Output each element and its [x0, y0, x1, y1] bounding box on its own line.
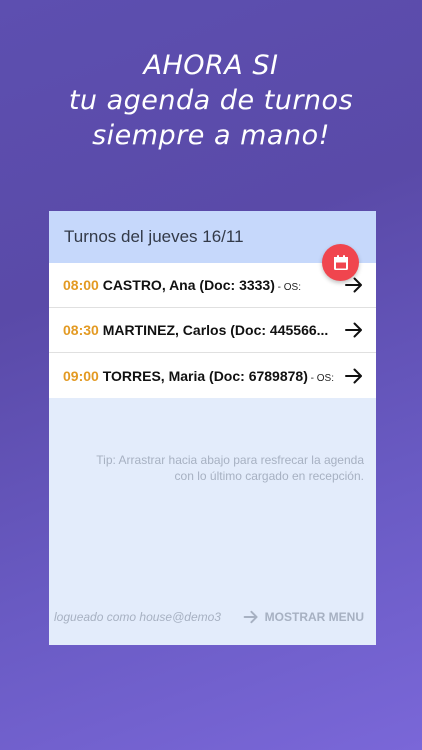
arrow-right-icon[interactable]	[344, 320, 364, 340]
page-title: Turnos del jueves 16/11	[64, 227, 244, 246]
appointment-time: 09:00	[63, 367, 99, 384]
promo-headline: AHORA SI tu agenda de turnos siempre a m…	[0, 48, 422, 153]
appointment-text: 08:30 MARTINEZ, Carlos (Doc: 445566...	[63, 322, 344, 338]
appointment-patient: CASTRO, Ana (Doc: 3333)	[102, 277, 275, 293]
app-footer: logueado como house@demo3 MOSTRAR MENU	[54, 609, 364, 625]
logged-user-label: logueado como house@demo3	[54, 610, 221, 624]
refresh-tip: Tip: Arrastrar hacia abajo para resfreca…	[96, 453, 364, 483]
promo-line-2: tu agenda de turnos	[68, 85, 354, 116]
appointment-text: 08:00 CASTRO, Ana (Doc: 3333) - OS:	[63, 277, 344, 293]
arrow-right-icon[interactable]	[344, 366, 364, 386]
appointment-patient: TORRES, Maria (Doc: 6789878)	[102, 367, 308, 384]
appointment-patient: MARTINEZ, Carlos (Doc: 445566...	[102, 322, 329, 338]
appointment-os: - OS:	[274, 282, 302, 293]
show-menu-button[interactable]: MOSTRAR MENU	[243, 609, 364, 625]
show-menu-label: MOSTRAR MENU	[264, 610, 364, 624]
appointment-time: 08:30	[63, 322, 99, 338]
appointment-os: - OS:	[307, 372, 334, 384]
appointment-text: 09:00 TORRES, Maria (Doc: 6789878) - OS:	[63, 368, 344, 384]
promo-line-3: siempre a mano!	[92, 120, 330, 151]
appointment-row[interactable]: 09:00 TORRES, Maria (Doc: 6789878) - OS:	[49, 353, 376, 398]
promo-line-1: AHORA SI	[143, 50, 279, 81]
calendar-button[interactable]	[322, 244, 359, 281]
calendar-icon	[333, 254, 348, 270]
appointment-time: 08:00	[63, 277, 99, 293]
arrow-right-icon	[243, 610, 258, 624]
appointment-list: 08:00 CASTRO, Ana (Doc: 3333) - OS: 08:3…	[49, 263, 376, 398]
app-screen: Turnos del jueves 16/11 08:00 CASTRO, An…	[49, 211, 376, 645]
appointment-row[interactable]: 08:30 MARTINEZ, Carlos (Doc: 445566...	[49, 308, 376, 353]
